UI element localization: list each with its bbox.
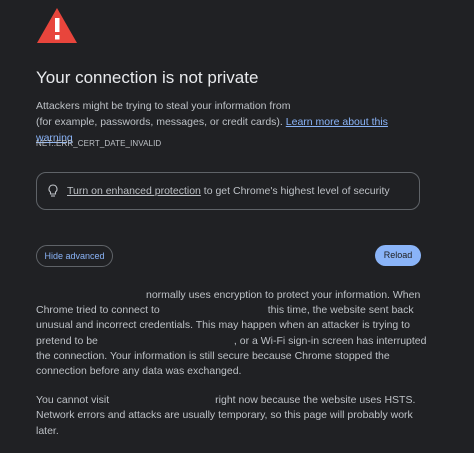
lightbulb-icon: [48, 184, 58, 197]
enhanced-protection-link[interactable]: Turn on enhanced protection: [67, 185, 201, 197]
reload-button[interactable]: Reload: [375, 245, 421, 266]
advanced-details: normally uses encryption to protect your…: [36, 288, 436, 453]
warning-icon: [37, 8, 77, 43]
details-text: You cannot visit: [36, 394, 110, 407]
enhanced-protection-box: Turn on enhanced protection to get Chrom…: [36, 172, 420, 210]
intro-text-part2: (for example, passwords, messages, or cr…: [36, 116, 283, 128]
details-paragraph-2: You cannot visit right now because the we…: [36, 393, 436, 439]
details-paragraph-1: normally uses encryption to protect your…: [36, 288, 436, 379]
page-title: Your connection is not private: [36, 68, 259, 87]
hide-advanced-button[interactable]: Hide advanced: [36, 245, 113, 267]
enhanced-protection-text: to get Chrome's highest level of securit…: [203, 185, 390, 197]
intro-text-part1: Attackers might be trying to steal your …: [36, 100, 291, 112]
error-code: NET::ERR_CERT_DATE_INVALID: [36, 139, 162, 148]
